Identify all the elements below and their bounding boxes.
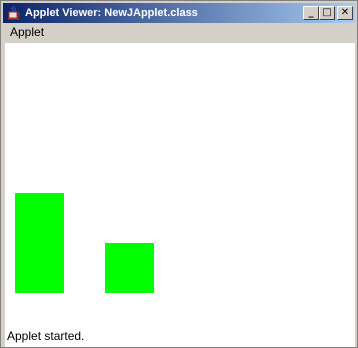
minimize-button[interactable]: _ [303, 6, 319, 20]
status-text: Applet started. [7, 329, 85, 343]
title-bar[interactable]: Applet Viewer: NewJApplet.class _ □ ✕ [3, 3, 355, 23]
menu-applet[interactable]: Applet [3, 23, 51, 42]
maximize-button[interactable]: □ [319, 6, 335, 20]
close-button[interactable]: ✕ [337, 6, 353, 20]
window-title: Applet Viewer: NewJApplet.class [25, 7, 198, 19]
window-controls: _ □ ✕ [303, 6, 353, 20]
green-rectangle-tall [15, 193, 64, 293]
status-bar: Applet started. [5, 325, 355, 347]
menu-bar: Applet [3, 23, 355, 42]
green-rectangle-short [105, 243, 154, 293]
java-cup-icon [6, 5, 22, 21]
applet-canvas[interactable] [5, 43, 355, 325]
applet-viewer-window: Applet Viewer: NewJApplet.class _ □ ✕ Ap… [0, 0, 358, 348]
